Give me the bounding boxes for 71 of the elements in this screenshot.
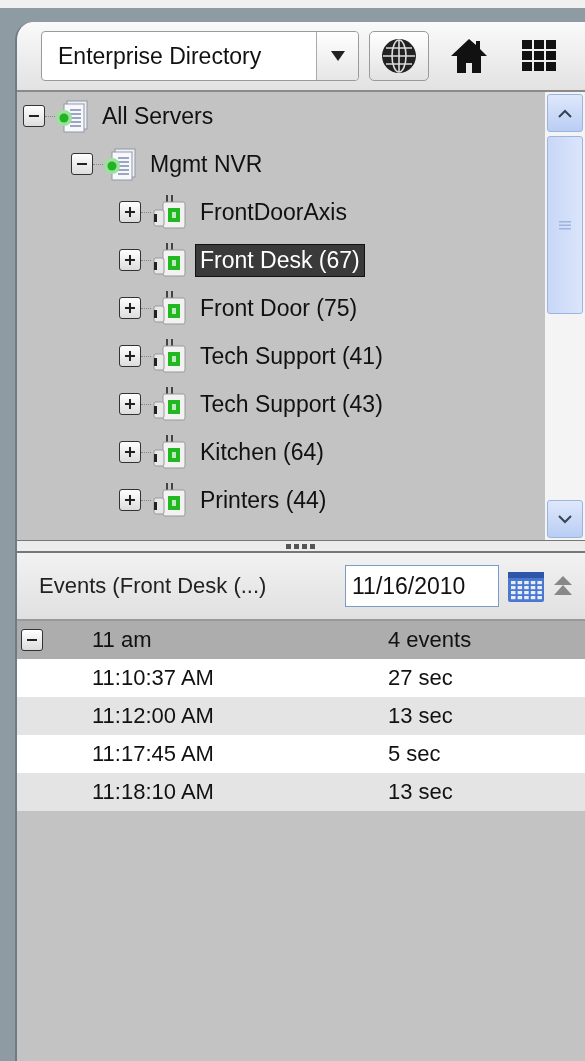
server-icon (103, 147, 139, 181)
plus-icon (124, 446, 136, 458)
plus-icon (124, 398, 136, 410)
grid-icon (522, 40, 556, 72)
tree-item[interactable]: Kitchen (64) (195, 435, 329, 469)
calendar-button[interactable] (507, 569, 545, 603)
grip-icon (286, 543, 316, 549)
group-label: 11 am (92, 627, 153, 653)
tree-item[interactable]: FrontDoorAxis (195, 195, 352, 229)
dropdown-button[interactable] (316, 32, 358, 80)
home-icon (450, 38, 488, 74)
event-time: 11:17:45 AM (92, 741, 215, 767)
expand-toggle[interactable] (119, 297, 141, 319)
collapse-toggle[interactable] (71, 153, 93, 175)
collapse-toggle[interactable] (23, 105, 45, 127)
chevron-down-icon (558, 514, 572, 524)
tree-item[interactable]: Front Door (75) (195, 291, 363, 325)
camera-icon (151, 194, 189, 230)
scroll-thumb[interactable] (547, 136, 583, 314)
plus-icon (124, 350, 136, 362)
plus-icon (124, 494, 136, 506)
scroll-down-button[interactable] (547, 500, 583, 538)
expand-toggle[interactable] (119, 345, 141, 367)
event-duration: 27 sec (388, 665, 453, 691)
tree-item[interactable]: Front Desk (67) (195, 243, 365, 277)
chevron-up-icon (558, 108, 572, 118)
expand-toggle[interactable] (119, 489, 141, 511)
tree-item[interactable]: Printers (44) (195, 483, 332, 517)
splitter[interactable] (17, 541, 585, 553)
event-row[interactable]: 11:18:10 AM 13 sec (17, 773, 585, 811)
scroll-up-button[interactable] (547, 94, 583, 132)
double-up-arrow-icon (553, 575, 573, 597)
tree-item[interactable]: Mgmt NVR (145, 147, 268, 181)
plus-icon (124, 206, 136, 218)
events-title: Events (Front Desk (...) (39, 573, 268, 599)
collapse-toggle[interactable] (21, 629, 43, 651)
plus-icon (124, 302, 136, 314)
camera-icon (151, 482, 189, 518)
event-duration: 5 sec (388, 741, 441, 767)
server-icon (55, 99, 91, 133)
tree-item[interactable]: Tech Support (43) (195, 387, 388, 421)
expand-toggle[interactable] (119, 249, 141, 271)
grip-icon (559, 220, 571, 230)
event-count: 4 events (388, 627, 472, 653)
event-time: 11:10:37 AM (92, 665, 215, 691)
expand-toggle[interactable] (119, 393, 141, 415)
camera-icon (151, 386, 189, 422)
scrollbar[interactable] (545, 92, 585, 540)
event-time: 11:18:10 AM (92, 779, 215, 805)
calendar-icon (507, 569, 545, 603)
collapse-panel-button[interactable] (553, 575, 573, 597)
camera-icon (151, 434, 189, 470)
date-field[interactable]: 11/16/2010 (345, 565, 499, 607)
event-time: 11:12:00 AM (92, 703, 215, 729)
expand-toggle[interactable] (119, 441, 141, 463)
event-row[interactable]: 11:17:45 AM 5 sec (17, 735, 585, 773)
globe-button[interactable] (369, 31, 429, 81)
camera-icon (151, 338, 189, 374)
event-duration: 13 sec (388, 703, 453, 729)
camera-icon (151, 290, 189, 326)
caret-icon (330, 51, 345, 61)
directory-dropdown[interactable]: Enterprise Directory (41, 31, 359, 81)
tree-item[interactable]: All Servers (97, 99, 219, 133)
event-duration: 13 sec (388, 779, 453, 805)
globe-icon (380, 37, 418, 75)
expand-toggle[interactable] (119, 201, 141, 223)
event-row[interactable]: 11:12:00 AM 13 sec (17, 697, 585, 735)
plus-icon (124, 254, 136, 266)
camera-icon (151, 242, 189, 278)
event-row[interactable]: 11:10:37 AM 27 sec (17, 659, 585, 697)
tree-item[interactable]: Tech Support (41) (195, 339, 388, 373)
